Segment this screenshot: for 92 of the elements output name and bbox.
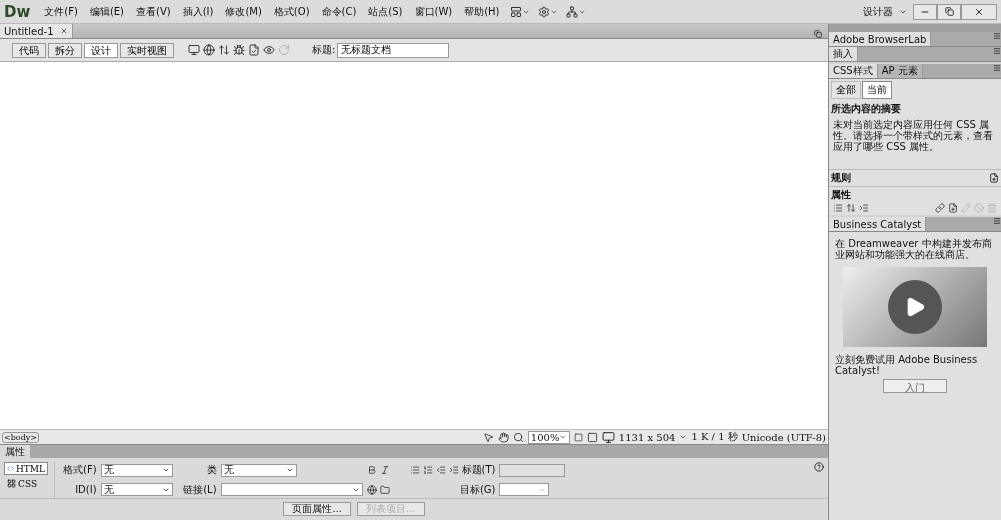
properties-heading: 属性 [831,188,851,202]
panel-tab[interactable]: Business Catalyst [829,217,927,231]
properties-tab[interactable]: 属性 [0,445,30,458]
app-logo: Dw [4,2,31,21]
caret-icon [559,433,567,441]
panel-menu-icon[interactable] [993,32,1001,40]
grid-icon [7,479,16,488]
menu-item[interactable]: 查看(V) [130,4,177,19]
workspace-switcher[interactable]: 设计器 [857,4,899,19]
code-icon [7,464,14,473]
bold-icon[interactable] [366,465,377,476]
document-tab[interactable]: Untitled-1 [0,24,73,38]
italic-icon[interactable] [379,465,390,476]
close-icon [974,6,984,17]
css-mode-button[interactable]: 全部 [831,81,861,99]
promo-text: 在 Dreamweaver 中构建并发布商业网站和功能强大的在线商店。 [834,238,993,260]
panel-menu-icon[interactable] [993,217,1001,225]
menu-item[interactable]: 命令(C) [315,4,363,19]
help-icon[interactable] [814,462,824,472]
indent-icon[interactable] [448,465,459,476]
download-size-text: 1 K / 1 秒 [691,430,738,444]
restore-icon [944,7,954,16]
minimize-button[interactable] [913,3,937,20]
preview-icon[interactable] [263,44,275,56]
menu-item[interactable]: 窗口(W) [408,4,459,19]
panel-tab[interactable]: CSS样式 [829,64,878,78]
zoom-tool-icon[interactable] [512,431,524,443]
play-button[interactable] [888,280,942,334]
outdent-icon[interactable] [435,465,446,476]
panel-tab[interactable]: 插入 [829,47,858,61]
title-field[interactable] [499,463,566,477]
menu-item[interactable]: 格式(O) [267,4,316,19]
id-select[interactable]: 无 [100,483,173,497]
menu-item[interactable]: 插入(I) [176,4,220,19]
hand-tool-icon[interactable] [497,431,509,443]
format-select[interactable]: 无 [100,463,173,477]
window-size-icon[interactable] [573,432,583,442]
window-size-icon[interactable] [586,431,598,443]
menu-item[interactable]: 帮助(H) [458,4,506,19]
panel-menu-icon[interactable] [993,64,1001,72]
video-thumbnail[interactable] [843,267,987,347]
settings-icon [537,5,550,18]
id-label: ID(I) [74,484,97,496]
link-icon[interactable] [935,203,945,213]
tag-selector[interactable]: <body> [2,431,39,443]
zoom-select[interactable]: 100% [527,430,570,444]
network-icon [565,5,578,18]
view-button[interactable]: 设计 [84,42,118,58]
class-select[interactable]: 无 [220,463,297,477]
title-label: 标题: [312,43,336,57]
caret-icon[interactable] [679,433,688,441]
target-select[interactable] [499,483,550,497]
encoding-text: Unicode (UTF-8) [741,431,826,443]
restore-button[interactable] [937,3,961,20]
validate-icon[interactable] [248,44,260,56]
mode-button[interactable]: HTML [4,462,48,475]
view-button[interactable]: 拆分 [48,42,82,58]
menu-item[interactable]: 编辑(E) [83,4,130,19]
summary-heading: 所选内容的摘要 [831,102,902,116]
window-size-text: 1131 x 504 [618,431,676,443]
menu-item[interactable]: 站点(S) [362,4,409,19]
bulleted-list-icon[interactable] [409,465,420,476]
get-started-button[interactable]: 入门 [883,379,947,393]
view-button[interactable]: 实时视图 [120,42,174,58]
numbered-list-icon[interactable] [422,465,433,476]
target-label: 目标(G) [459,482,496,497]
panel-tab[interactable]: Adobe BrowserLab [829,32,932,46]
sort-icon[interactable] [846,203,856,213]
link-label: 链接(L) [182,482,217,497]
panel-tab[interactable]: AP 元素 [877,64,923,78]
title-label: 标题(T) [461,463,496,478]
summary-text: 未对当前选定内容应用任何 CSS 属性。请选择一个带样式的元素，查看应用了哪些 CSS 属性。 [832,119,994,152]
monitor-icon[interactable] [601,430,615,444]
class-label: 类 [205,463,217,478]
layout-icon [509,5,522,18]
menu-item[interactable]: 修改(M) [219,4,268,19]
close-icon[interactable] [59,27,68,35]
restore-icon[interactable] [814,30,822,38]
view-button[interactable]: 代码 [12,42,46,58]
promo-text: 立刻免费试用 Adobe Business Catalyst! [834,354,979,376]
rules-heading: 规则 [831,171,851,185]
title-field[interactable]: 无标题文档 [337,42,450,58]
debug-icon[interactable] [233,44,245,56]
pointer-tool-icon[interactable] [482,431,494,443]
properties-button[interactable]: 页面属性... [283,502,351,516]
format-label: 格式(F) [63,463,97,478]
globe-icon[interactable] [203,44,215,56]
menu-item[interactable]: 文件(F) [38,4,84,19]
panel-menu-icon[interactable] [993,47,1001,55]
folder-icon[interactable] [379,484,390,495]
mode-button[interactable]: CSS [4,477,48,490]
css-mode-button[interactable]: 当前 [862,81,892,99]
